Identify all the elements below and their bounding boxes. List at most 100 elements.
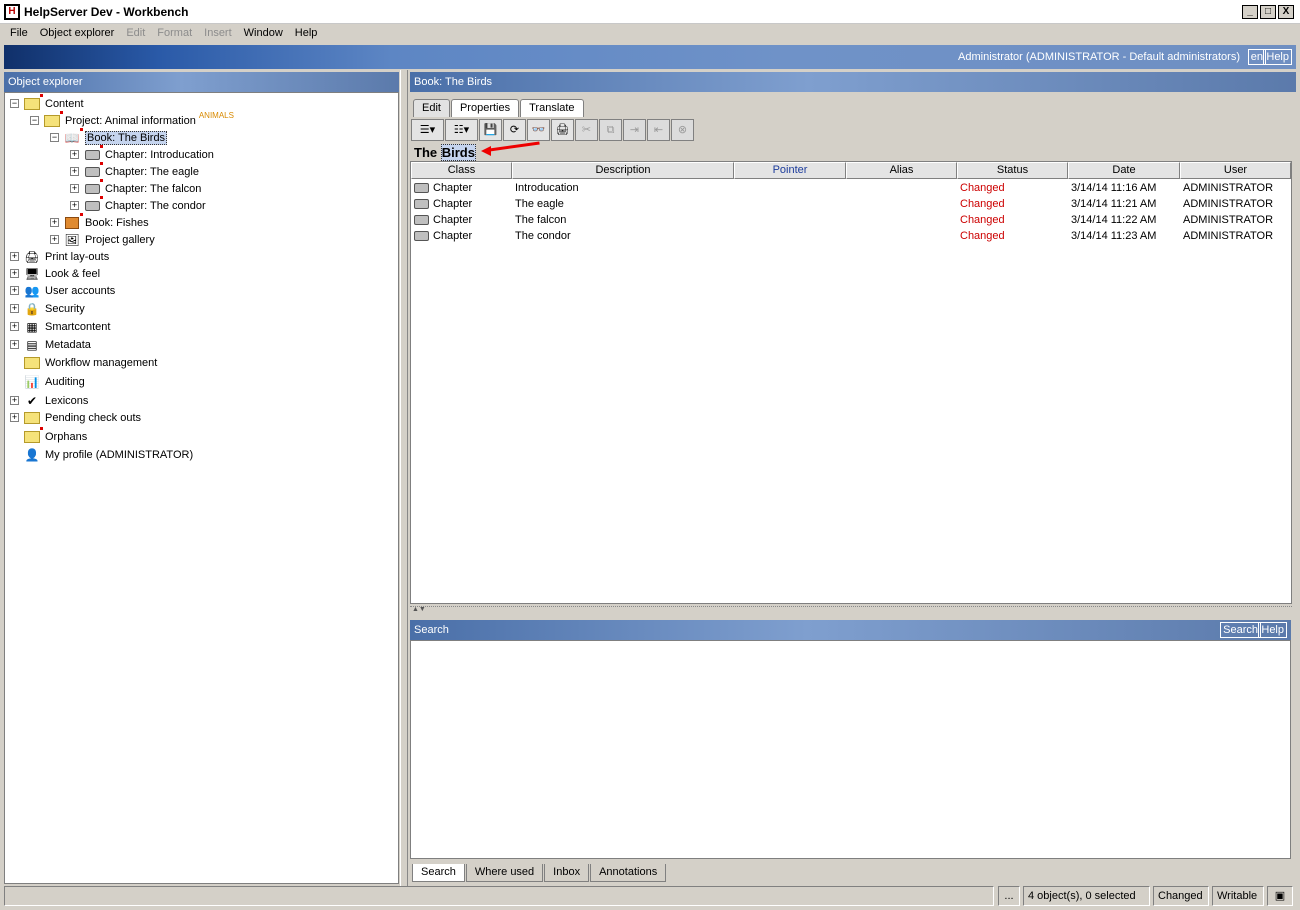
outdent-icon[interactable]: ⇤	[647, 119, 670, 141]
tree-label: Metadata	[45, 338, 91, 351]
close-button[interactable]: X	[1278, 5, 1294, 19]
cell-status: Changed	[960, 230, 1005, 242]
status-selection-count: 4 object(s), 0 selected	[1023, 886, 1150, 906]
tree-node-metadata[interactable]: + ▤ Metadata	[10, 336, 91, 353]
expand-toggle[interactable]: +	[70, 184, 79, 193]
maximize-button[interactable]: □	[1260, 5, 1276, 19]
tree-node-smartcontent[interactable]: + ▦ Smartcontent	[10, 318, 110, 335]
orphans-folder-icon	[23, 427, 43, 444]
delete-icon[interactable]: ⊗	[671, 119, 694, 141]
expand-toggle[interactable]: +	[10, 340, 19, 349]
collapse-toggle[interactable]: −	[50, 133, 59, 142]
minimize-button[interactable]: _	[1242, 5, 1258, 19]
expand-toggle[interactable]: +	[10, 252, 19, 261]
tab-search[interactable]: Search	[412, 864, 465, 882]
expand-toggle[interactable]: +	[10, 269, 19, 278]
monitor-icon: 🖥	[24, 266, 40, 281]
indent-icon[interactable]: ⇥	[623, 119, 646, 141]
tab-inbox[interactable]: Inbox	[544, 864, 590, 882]
tree-node-my-profile[interactable]: 👤 My profile (ADMINISTRATOR)	[10, 446, 194, 463]
copy-icon[interactable]: ⧉	[599, 119, 622, 141]
tab-annotations[interactable]: Annotations	[590, 864, 667, 882]
preview-glasses-icon[interactable]: 👓	[527, 119, 550, 141]
column-header-status[interactable]: Status	[957, 162, 1068, 179]
expand-toggle[interactable]: +	[10, 396, 19, 405]
save-icon[interactable]: 💾	[479, 119, 502, 141]
cell-class: Chapter	[433, 182, 473, 194]
tree-node-chapter-falcon[interactable]: + Chapter: The falcon	[70, 179, 201, 197]
tree-node-lexicons[interactable]: + ✔ Lexicons	[10, 392, 88, 409]
search-button[interactable]: Search	[1220, 622, 1261, 638]
table-row[interactable]: Chapter The condor Changed 3/14/14 11:23…	[411, 228, 1291, 244]
table-row[interactable]: Chapter Introducation Changed 3/14/14 11…	[411, 180, 1291, 196]
status-panel-icon[interactable]: ▣	[1267, 886, 1293, 906]
window-title: HelpServer Dev - Workbench	[24, 5, 189, 19]
document-title-text: The	[414, 145, 441, 160]
column-header-pointer[interactable]: Pointer	[734, 162, 846, 179]
expand-toggle[interactable]: +	[70, 201, 79, 210]
insert-dropdown-button[interactable]: ☷▾	[445, 119, 478, 141]
search-help-button[interactable]: Help	[1258, 622, 1287, 638]
tab-edit[interactable]: Edit	[413, 99, 450, 117]
tree-node-print-layouts[interactable]: + 🖨 Print lay-outs	[10, 248, 109, 265]
tree-node-user-accounts[interactable]: + 👥 User accounts	[10, 282, 115, 299]
refresh-icon[interactable]: ⟳	[503, 119, 526, 141]
document-title[interactable]: The Birds	[414, 144, 476, 161]
menu-help[interactable]: Help	[289, 27, 324, 39]
new-item-dropdown-button[interactable]: ☰▾	[411, 119, 444, 141]
menu-object-explorer[interactable]: Object explorer	[34, 27, 121, 39]
expand-toggle[interactable]: +	[50, 218, 59, 227]
collapse-toggle[interactable]: −	[30, 116, 39, 125]
column-header-alias[interactable]: Alias	[846, 162, 957, 179]
status-ellipsis-button[interactable]: ...	[998, 886, 1020, 906]
help-button[interactable]: Help	[1263, 49, 1292, 65]
column-header-description[interactable]: Description	[512, 162, 734, 179]
column-header-date[interactable]: Date	[1068, 162, 1180, 179]
collapse-toggle[interactable]: −	[10, 99, 19, 108]
editor-header: Book: The Birds	[410, 72, 1296, 92]
tree-node-look-feel[interactable]: + 🖥 Look & feel	[10, 265, 100, 282]
expand-toggle[interactable]: +	[10, 286, 19, 295]
vertical-splitter[interactable]	[400, 70, 408, 886]
print-icon[interactable]: 🖨	[551, 119, 574, 141]
tree-node-project-gallery[interactable]: + 🖼 Project gallery	[50, 231, 155, 248]
tree-node-auditing[interactable]: 📊 Auditing	[10, 373, 85, 390]
tree-node-chapter-intro[interactable]: + Chapter: Introducation	[70, 145, 214, 163]
cut-icon[interactable]: ✂	[575, 119, 598, 141]
tree-node-chapter-eagle[interactable]: + Chapter: The eagle	[70, 162, 199, 180]
status-bar: ... 4 object(s), 0 selected Changed Writ…	[0, 884, 1300, 908]
menu-insert[interactable]: Insert	[198, 27, 238, 39]
menu-format[interactable]: Format	[151, 27, 198, 39]
tree-node-pending-checkouts[interactable]: + Pending check outs	[10, 409, 141, 426]
tree-node-project[interactable]: − Project: Animal information ANIMALS	[30, 111, 234, 129]
table-row[interactable]: Chapter The falcon Changed 3/14/14 11:22…	[411, 212, 1291, 228]
table-row[interactable]: Chapter The eagle Changed 3/14/14 11:21 …	[411, 196, 1291, 212]
bar-chart-icon: 📊	[24, 374, 40, 389]
expand-toggle[interactable]: +	[70, 150, 79, 159]
tab-where-used[interactable]: Where used	[465, 864, 544, 882]
tab-properties[interactable]: Properties	[450, 99, 520, 117]
tree-node-chapter-condor[interactable]: + Chapter: The condor	[70, 196, 206, 214]
tree-node-workflow[interactable]: Workflow management	[10, 354, 157, 371]
expand-toggle[interactable]: +	[70, 167, 79, 176]
menu-edit[interactable]: Edit	[120, 27, 151, 39]
column-header-user[interactable]: User	[1180, 162, 1291, 179]
tree-node-security[interactable]: + 🔒 Security	[10, 300, 85, 317]
tree-node-book-fishes[interactable]: + Book: Fishes	[50, 213, 149, 231]
expand-toggle[interactable]: +	[10, 322, 19, 331]
horizontal-splitter[interactable]: ▲▼	[410, 606, 1292, 613]
expand-toggle[interactable]: +	[10, 413, 19, 422]
tree-node-orphans[interactable]: Orphans	[10, 427, 87, 445]
tree-label: Print lay-outs	[45, 250, 110, 263]
expand-toggle[interactable]: +	[10, 304, 19, 313]
column-header-class[interactable]: Class	[411, 162, 512, 179]
tree-node-book-birds[interactable]: − 📖 Book: The Birds	[50, 128, 168, 146]
menu-file[interactable]: File	[4, 27, 34, 39]
expand-toggle[interactable]: +	[50, 235, 59, 244]
menu-window[interactable]: Window	[238, 27, 289, 39]
search-results-area	[410, 640, 1291, 859]
tab-translate[interactable]: Translate	[520, 99, 584, 117]
current-user-label: Administrator (ADMINISTRATOR - Default a…	[958, 51, 1240, 63]
tree-node-content[interactable]: − Content	[10, 94, 84, 112]
cell-date: 3/14/14 11:22 AM	[1071, 214, 1157, 226]
